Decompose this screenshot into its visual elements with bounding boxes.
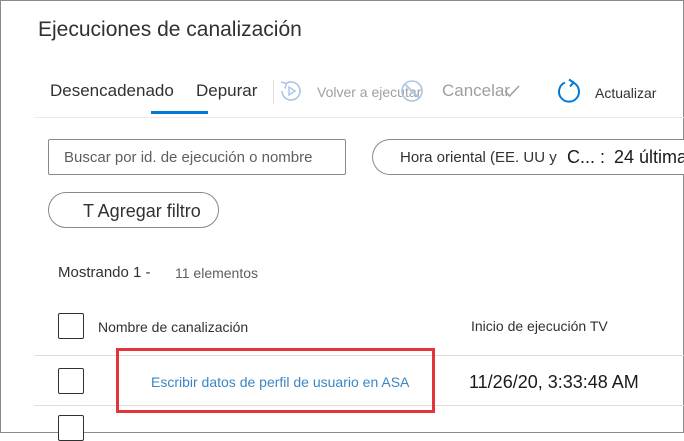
time-filter[interactable]: Hora oriental (EE. UU y C... : 24 última…: [372, 139, 684, 175]
timerange-prefix: C... :: [567, 147, 606, 167]
timezone-label: Hora oriental (EE. UU y: [400, 149, 557, 166]
highlight-box: [116, 348, 435, 413]
item-count: 11 elementos: [175, 265, 259, 281]
cancel-label: Cancelar: [442, 81, 511, 100]
add-filter-button[interactable]: T Agregar filtro: [48, 192, 219, 228]
cancel-icon: [399, 78, 425, 104]
tab-active-indicator: [151, 111, 208, 114]
page-title: Ejecuciones de canalización: [38, 18, 302, 41]
showing-text: Mostrando 1 -: [58, 264, 151, 281]
column-header-name[interactable]: Nombre de canalización: [98, 319, 248, 335]
row-checkbox-2[interactable]: [58, 415, 84, 441]
toolbar-separator: [273, 80, 274, 104]
timerange-value: 24 últimas: [614, 147, 684, 167]
refresh-icon: [556, 78, 582, 104]
row-checkbox[interactable]: [58, 368, 84, 394]
tab-debug[interactable]: Depurar: [196, 81, 257, 101]
checkmark-icon: [504, 84, 520, 98]
select-all-checkbox[interactable]: [58, 313, 84, 339]
refresh-button[interactable]: Actualizar: [556, 78, 666, 106]
search-input[interactable]: [48, 139, 346, 175]
add-filter-label: T Agregar filtro: [83, 201, 201, 221]
cancel-button[interactable]: Cancelar: [399, 78, 524, 106]
tab-triggered[interactable]: Desencadenado: [50, 81, 174, 101]
rerun-icon: [278, 78, 304, 104]
header-divider: [34, 117, 684, 118]
run-start-time: 11/26/20, 3:33:48 AM: [469, 372, 639, 392]
refresh-label: Actualizar: [595, 85, 657, 101]
column-header-start[interactable]: Inicio de ejecución TV: [471, 318, 608, 334]
